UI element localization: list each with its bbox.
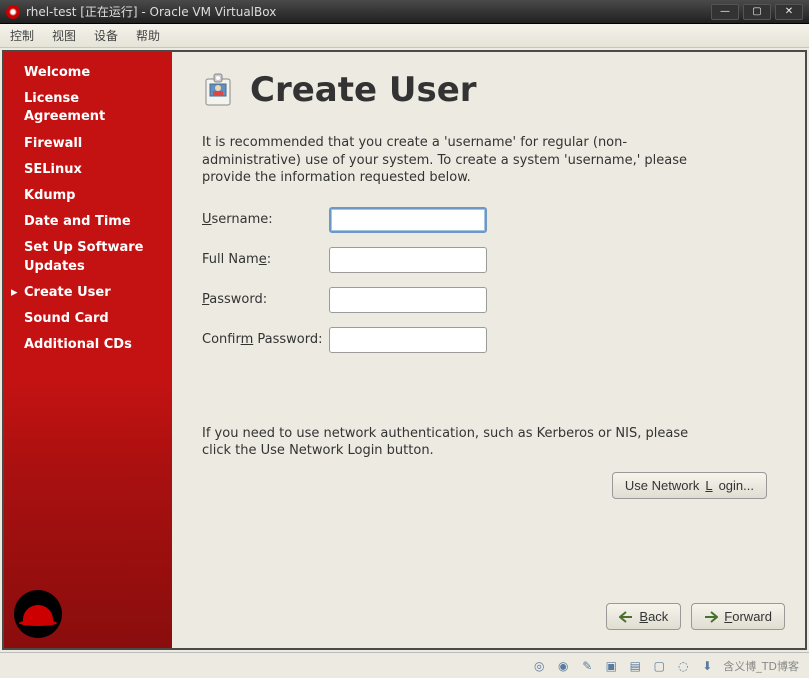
sidebar-item-selinux[interactable]: SELinux: [4, 157, 172, 183]
app-icon: [6, 5, 20, 19]
status-watermark: 含义博_TD博客: [723, 658, 799, 674]
password-input[interactable]: [329, 287, 487, 313]
disk-icon[interactable]: ◎: [531, 658, 547, 674]
recording-icon[interactable]: ◌: [675, 658, 691, 674]
main-panel: Create User It is recommended that you c…: [172, 52, 805, 648]
sidebar-item-welcome[interactable]: Welcome: [4, 60, 172, 86]
intro-text: It is recommended that you create a 'use…: [202, 134, 702, 187]
menu-devices[interactable]: 设备: [94, 27, 118, 44]
window-controls: — ▢ ✕: [711, 4, 803, 20]
label-fullname: Full Name:: [202, 252, 329, 267]
label-confirm: Confirm Password:: [202, 332, 329, 347]
mouse-capture-icon[interactable]: ⬇: [699, 658, 715, 674]
footer-buttons: Back Forward: [606, 603, 785, 630]
sidebar-item-datetime[interactable]: Date and Time: [4, 209, 172, 235]
redhat-hat-icon: [23, 605, 53, 623]
row-confirm: Confirm Password:: [202, 327, 775, 353]
display-icon[interactable]: ▢: [651, 658, 667, 674]
menu-view[interactable]: 视图: [52, 27, 76, 44]
optical-icon[interactable]: ◉: [555, 658, 571, 674]
page-header: Create User: [202, 70, 775, 110]
sidebar-item-cds[interactable]: Additional CDs: [4, 332, 172, 358]
network-icon[interactable]: ▣: [603, 658, 619, 674]
sidebar-item-kdump[interactable]: Kdump: [4, 183, 172, 209]
label-password: Password:: [202, 292, 329, 307]
minimize-button[interactable]: —: [711, 4, 739, 20]
row-username: Username:: [202, 207, 775, 233]
redhat-logo: [14, 590, 62, 638]
window-title: rhel-test [正在运行] - Oracle VM VirtualBox: [26, 3, 711, 20]
fullname-input[interactable]: [329, 247, 487, 273]
sidebar-item-updates[interactable]: Set Up Software Updates: [4, 235, 172, 279]
shared-folder-icon[interactable]: ▤: [627, 658, 643, 674]
network-text: If you need to use network authenticatio…: [202, 425, 702, 460]
usb-icon[interactable]: ✎: [579, 658, 595, 674]
confirm-password-input[interactable]: [329, 327, 487, 353]
menu-control[interactable]: 控制: [10, 27, 34, 44]
arrow-left-icon: [619, 611, 633, 623]
sidebar-item-create-user[interactable]: Create User: [4, 280, 172, 306]
network-button-row: Use Network Login...: [202, 472, 775, 499]
window-titlebar: rhel-test [正在运行] - Oracle VM VirtualBox …: [0, 0, 809, 24]
username-input[interactable]: [329, 207, 487, 233]
menubar: 控制 视图 设备 帮助: [0, 24, 809, 48]
row-fullname: Full Name:: [202, 247, 775, 273]
close-button[interactable]: ✕: [775, 4, 803, 20]
vm-status-bar: ◎ ◉ ✎ ▣ ▤ ▢ ◌ ⬇ 含义博_TD博客: [0, 652, 809, 678]
sidebar-item-sound[interactable]: Sound Card: [4, 306, 172, 332]
sidebar-item-firewall[interactable]: Firewall: [4, 131, 172, 157]
label-username: Username:: [202, 212, 329, 227]
maximize-button[interactable]: ▢: [743, 4, 771, 20]
forward-button[interactable]: Forward: [691, 603, 785, 630]
use-network-login-button[interactable]: Use Network Login...: [612, 472, 767, 499]
arrow-right-icon: [704, 611, 718, 623]
row-password: Password:: [202, 287, 775, 313]
sidebar: Welcome License Agreement Firewall SELin…: [4, 52, 172, 648]
back-button[interactable]: Back: [606, 603, 681, 630]
user-badge-icon: [202, 72, 234, 108]
page-title: Create User: [250, 70, 477, 110]
menu-help[interactable]: 帮助: [136, 27, 160, 44]
sidebar-item-license[interactable]: License Agreement: [4, 86, 172, 130]
content-wrapper: Welcome License Agreement Firewall SELin…: [2, 50, 807, 650]
